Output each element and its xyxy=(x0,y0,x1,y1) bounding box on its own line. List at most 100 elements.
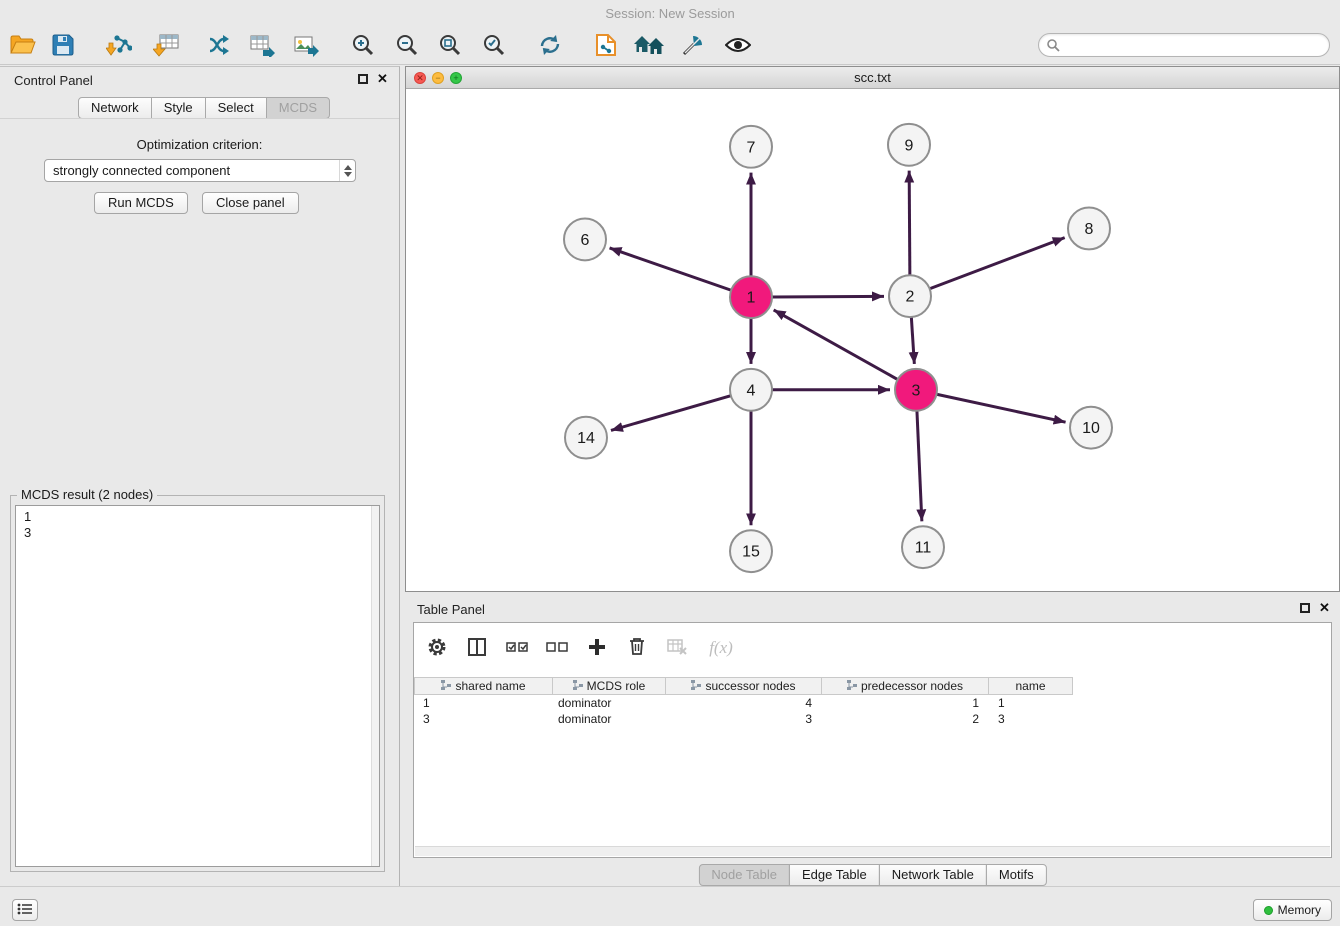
run-mcds-button[interactable]: Run MCDS xyxy=(94,192,188,214)
double-home-icon xyxy=(634,34,664,59)
column-header-predecessor-nodes[interactable]: predecessor nodes xyxy=(822,677,989,695)
cell-successor-nodes: 3 xyxy=(666,711,822,727)
apply-style-button[interactable] xyxy=(675,29,711,63)
float-table-panel-icon[interactable] xyxy=(1300,603,1310,613)
mcds-result-list[interactable]: 1 3 xyxy=(15,505,380,867)
open-folder-icon xyxy=(10,34,36,59)
cell-predecessor-nodes: 1 xyxy=(822,695,989,711)
table-row[interactable]: 1 dominator 4 1 1 xyxy=(414,695,1331,711)
export-image-button[interactable] xyxy=(288,29,324,63)
search-box[interactable] xyxy=(1038,33,1330,57)
search-input[interactable] xyxy=(1065,37,1321,54)
tabs-separator xyxy=(0,118,399,119)
table-arrow-icon xyxy=(249,33,275,60)
minimize-window-icon[interactable]: − xyxy=(432,72,444,84)
save-session-button[interactable] xyxy=(45,29,81,63)
graph-node-label: 15 xyxy=(742,544,760,561)
delete-column-button[interactable] xyxy=(626,636,648,660)
import-network-icon xyxy=(106,33,132,60)
tab-motifs[interactable]: Motifs xyxy=(986,864,1047,886)
column-header-mcds-role[interactable]: MCDS role xyxy=(553,677,666,695)
table-horizontal-scrollbar[interactable] xyxy=(415,846,1330,856)
column-header-successor-nodes[interactable]: successor nodes xyxy=(666,677,822,695)
cell-name: 3 xyxy=(989,711,1073,727)
column-header-name[interactable]: name xyxy=(989,677,1073,695)
graph-node-label: 2 xyxy=(906,289,915,306)
network-graph[interactable]: 1234678910111415 xyxy=(406,90,1339,591)
graph-node-label: 11 xyxy=(915,540,932,557)
apply-layout-button[interactable] xyxy=(532,29,568,63)
function-builder-button[interactable]: f(x) xyxy=(706,636,736,660)
import-table-button[interactable] xyxy=(148,29,184,63)
add-column-button[interactable] xyxy=(586,636,608,660)
graph-edge-1-6[interactable] xyxy=(610,248,732,290)
home-view-button[interactable] xyxy=(631,29,667,63)
fx-icon: f(x) xyxy=(709,638,733,658)
optimization-criterion-label: Optimization criterion: xyxy=(0,137,399,152)
zoom-in-icon xyxy=(351,33,375,60)
graph-edge-2-9[interactable] xyxy=(909,171,910,276)
zoom-in-button[interactable] xyxy=(345,29,381,63)
document-network-icon xyxy=(595,33,617,60)
delete-table-button[interactable] xyxy=(666,636,688,660)
close-table-panel-icon[interactable]: ✕ xyxy=(1319,600,1330,616)
zoom-fit-icon xyxy=(438,33,462,60)
network-tools-button[interactable] xyxy=(201,29,237,63)
control-panel-tabs: Network Style Select MCDS xyxy=(78,97,330,119)
column-label: successor nodes xyxy=(705,679,795,693)
image-export-icon xyxy=(293,33,319,60)
tab-edge-table[interactable]: Edge Table xyxy=(789,864,880,886)
graph-edge-3-10[interactable] xyxy=(937,394,1066,422)
graph-edge-4-14[interactable] xyxy=(611,396,731,431)
table-row[interactable]: 3 dominator 3 2 3 xyxy=(414,711,1331,727)
graph-node-label: 3 xyxy=(912,382,921,399)
table-settings-button[interactable] xyxy=(426,636,448,660)
criterion-select[interactable]: strongly connected component xyxy=(44,159,356,182)
hierarchy-icon xyxy=(573,679,583,693)
select-all-button[interactable] xyxy=(506,636,528,660)
task-history-button[interactable] xyxy=(12,899,38,921)
column-label: shared name xyxy=(455,679,525,693)
close-window-icon[interactable]: ✕ xyxy=(414,72,426,84)
network-window-titlebar[interactable]: ✕ − + scc.txt xyxy=(406,67,1339,89)
tab-network-table[interactable]: Network Table xyxy=(879,864,987,886)
first-neighbors-button[interactable] xyxy=(588,29,624,63)
result-scrollbar[interactable] xyxy=(371,506,379,866)
node-table: shared name MCDS role successor nodes pr… xyxy=(414,677,1331,847)
import-network-button[interactable] xyxy=(101,29,137,63)
show-columns-button[interactable] xyxy=(466,636,488,660)
table-panel: Table Panel ✕ xyxy=(405,596,1340,886)
zoom-fit-button[interactable] xyxy=(432,29,468,63)
maximize-window-icon[interactable]: + xyxy=(450,72,462,84)
tab-network[interactable]: Network xyxy=(78,97,152,119)
graph-node-label: 1 xyxy=(747,290,756,307)
network-canvas[interactable]: 1234678910111415 xyxy=(406,90,1339,591)
save-floppy-icon xyxy=(52,34,74,59)
close-panel-icon[interactable]: ✕ xyxy=(377,71,388,87)
graph-edge-2-8[interactable] xyxy=(930,238,1065,289)
graph-edge-1-2[interactable] xyxy=(772,296,884,297)
tab-mcds[interactable]: MCDS xyxy=(266,97,330,119)
table-panel-title: Table Panel xyxy=(417,602,485,617)
zoom-selected-button[interactable] xyxy=(476,29,512,63)
graph-edge-2-3[interactable] xyxy=(911,317,914,364)
tab-node-table[interactable]: Node Table xyxy=(698,864,790,886)
table-delete-icon xyxy=(667,639,687,658)
zoom-out-button[interactable] xyxy=(389,29,425,63)
network-table-button[interactable] xyxy=(244,29,280,63)
mcds-result-item: 3 xyxy=(24,525,371,541)
graph-edge-3-1[interactable] xyxy=(774,310,898,380)
tab-style[interactable]: Style xyxy=(151,97,206,119)
show-graphics-button[interactable] xyxy=(720,29,756,63)
column-header-shared-name[interactable]: shared name xyxy=(414,677,553,695)
status-bar: Memory xyxy=(0,886,1340,926)
zoom-selected-icon xyxy=(482,33,506,60)
float-panel-icon[interactable] xyxy=(358,74,368,84)
tab-select[interactable]: Select xyxy=(205,97,267,119)
open-file-button[interactable] xyxy=(5,29,41,63)
graph-edge-3-11[interactable] xyxy=(917,411,922,522)
graph-node-label: 9 xyxy=(905,137,914,154)
close-panel-button[interactable]: Close panel xyxy=(202,192,299,214)
deselect-all-button[interactable] xyxy=(546,636,568,660)
memory-button[interactable]: Memory xyxy=(1253,899,1332,921)
